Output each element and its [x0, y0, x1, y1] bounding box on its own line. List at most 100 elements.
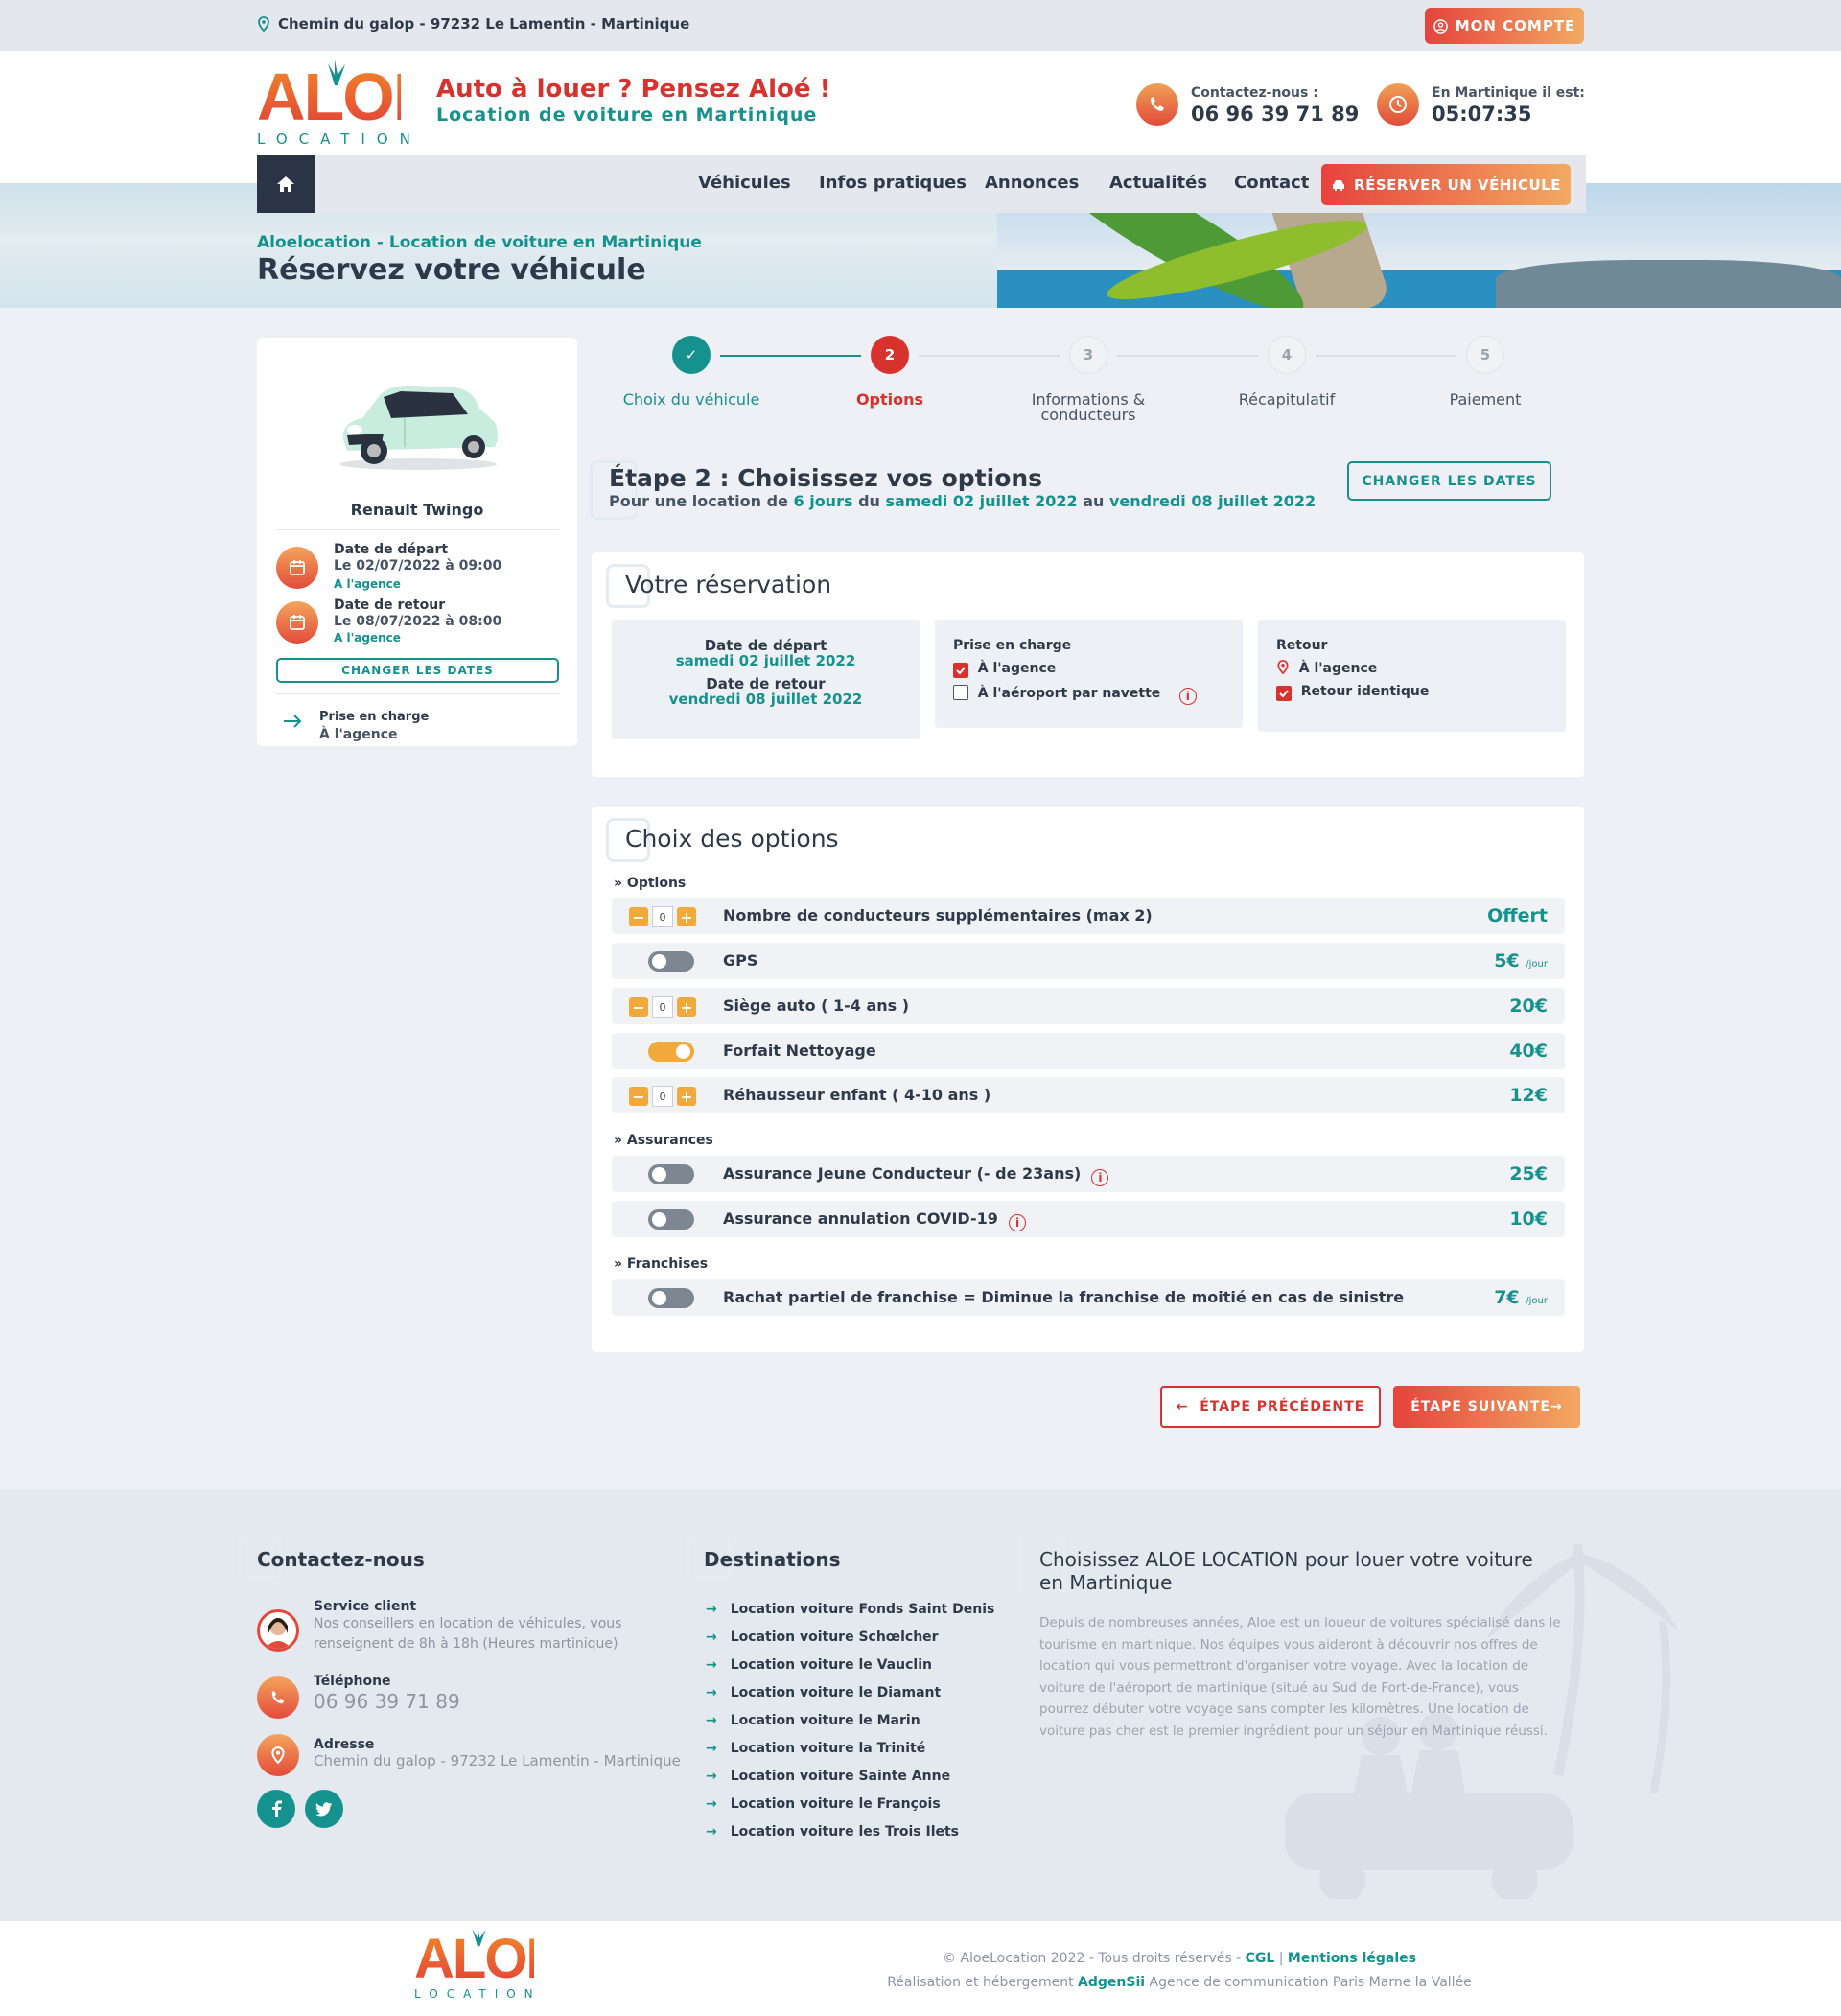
franchise-toggle[interactable] — [648, 1288, 694, 1308]
footer-logo[interactable]: ALOE LOCATION — [414, 1926, 563, 2003]
destination-link[interactable]: → Location voiture le François — [706, 1791, 994, 1818]
info-icon[interactable]: i — [1178, 688, 1197, 705]
return-title: Retour — [1276, 638, 1328, 653]
reserve-label: RÉSERVER UN VÉHICULE — [1354, 176, 1561, 194]
step-1-circle[interactable]: ✓ — [672, 336, 711, 374]
destination-link[interactable]: → Location voiture Sainte Anne — [706, 1763, 994, 1791]
home-button[interactable] — [257, 155, 315, 213]
copyright: © AloeLocation 2022 - Tous droits réserv… — [887, 1951, 1472, 1990]
nav-actualites[interactable]: Actualités — [1109, 173, 1207, 193]
my-account-button[interactable]: MON COMPTE — [1425, 8, 1584, 44]
logo-subtitle: LOCATION — [257, 130, 422, 148]
my-account-label: MON COMPTE — [1455, 17, 1576, 35]
next-step-button[interactable]: ÉTAPE SUIVANTE → — [1393, 1386, 1580, 1428]
page-title: Réservez votre véhicule — [257, 253, 646, 287]
site-logo[interactable]: ALOE LOCATION — [257, 59, 437, 148]
clock-icon — [1377, 83, 1419, 126]
time-value: 05:07:35 — [1432, 103, 1532, 126]
option-price: 12€ — [1509, 1085, 1548, 1106]
nav-contact[interactable]: Contact — [1234, 173, 1309, 193]
checkbox-unchecked-icon[interactable] — [953, 685, 968, 700]
destination-link[interactable]: → Location voiture le Marin — [706, 1707, 994, 1735]
step-connector — [1117, 355, 1258, 357]
plus-button[interactable]: + — [677, 997, 696, 1017]
phone-value[interactable]: 06 96 39 71 89 — [314, 1690, 460, 1713]
minus-button[interactable]: − — [629, 1087, 648, 1106]
pickup-agency-option[interactable]: À l'agence — [953, 661, 1056, 678]
cgl-link[interactable]: CGL — [1246, 1951, 1275, 1966]
sidebar-change-dates-button[interactable]: CHANGER LES DATES — [276, 658, 559, 683]
info-icon[interactable]: i — [1091, 1169, 1109, 1186]
step-connector — [919, 355, 1060, 357]
plus-button[interactable]: + — [677, 907, 696, 926]
user-circle-icon — [1433, 18, 1448, 34]
calendar-icon — [276, 601, 318, 644]
minus-button[interactable]: − — [629, 907, 648, 926]
twitter-icon[interactable] — [305, 1790, 343, 1828]
checkbox-checked-icon[interactable] — [1276, 686, 1292, 701]
young-driver-toggle[interactable] — [648, 1164, 694, 1184]
checkbox-checked-icon[interactable] — [953, 663, 968, 678]
address-label: Adresse — [314, 1737, 375, 1752]
mentions-link[interactable]: Mentions légales — [1288, 1951, 1416, 1966]
group-assurances-heading: » Assurances — [614, 1133, 713, 1148]
pickup-title: Prise en charge — [953, 638, 1072, 653]
option-label: Assurance Jeune Conducteur (- de 23ans) — [723, 1164, 1082, 1183]
nav-annonces[interactable]: Annonces — [985, 173, 1079, 193]
pickup-label: Prise en charge — [319, 710, 430, 724]
plus-button[interactable]: + — [677, 1087, 696, 1106]
aloe-leaf-icon — [472, 1926, 486, 1947]
option-row-young-driver: Assurance Jeune Conducteur (- de 23ans) … — [612, 1156, 1565, 1192]
step-5-circle: 5 — [1466, 336, 1504, 374]
res-depart-value: samedi 02 juillet 2022 — [675, 652, 856, 669]
facebook-icon[interactable] — [257, 1790, 295, 1828]
option-price: 25€ — [1509, 1163, 1548, 1184]
gps-toggle[interactable] — [648, 951, 694, 972]
covid-toggle[interactable] — [648, 1209, 694, 1230]
arrow-right-icon — [284, 715, 302, 728]
top-address: Chemin du galop - 97232 Le Lamentin - Ma… — [257, 15, 689, 33]
info-icon[interactable]: i — [1009, 1214, 1027, 1231]
destination-link[interactable]: → Location voiture Fonds Saint Denis — [706, 1596, 994, 1624]
location-pin-icon — [1277, 660, 1289, 675]
cleaning-toggle[interactable] — [648, 1042, 694, 1062]
service-label: Service client — [314, 1599, 417, 1614]
quantity-value[interactable]: 0 — [652, 996, 673, 1018]
return-place: À l'agence — [1276, 660, 1377, 676]
step-connector — [720, 355, 861, 357]
time-label: En Martinique il est: — [1432, 85, 1585, 101]
option-row-covid: Assurance annulation COVID-19 i 10€ — [612, 1201, 1565, 1237]
change-dates-button[interactable]: CHANGER LES DATES — [1347, 461, 1551, 501]
nav-vehicules[interactable]: Véhicules — [698, 173, 791, 193]
previous-step-button[interactable]: ← ÉTAPE PRÉCÉDENTE — [1160, 1386, 1381, 1428]
minus-button[interactable]: − — [629, 997, 648, 1017]
step-5-label: Paiement — [1449, 390, 1522, 409]
step-1-label[interactable]: Choix du véhicule — [595, 392, 787, 408]
destination-link[interactable]: → Location voiture les Trois Ilets — [706, 1818, 994, 1846]
step-4-circle: 4 — [1268, 336, 1306, 374]
quantity-value[interactable]: 0 — [652, 906, 673, 927]
step-3-circle: 3 — [1069, 336, 1107, 374]
destination-link[interactable]: → Location voiture Schœlcher — [706, 1624, 994, 1652]
option-price: 20€ — [1509, 996, 1548, 1017]
agency-link[interactable]: AdgenSii — [1078, 1975, 1145, 1990]
destination-link[interactable]: → Location voiture la Trinité — [706, 1735, 994, 1763]
phone-icon — [257, 1676, 299, 1719]
destination-link[interactable]: → Location voiture le Vauclin — [706, 1652, 994, 1679]
calendar-icon — [276, 547, 318, 589]
return-same-option[interactable]: Retour identique — [1276, 684, 1429, 701]
option-label: Forfait Nettoyage — [723, 1042, 876, 1060]
car-name: Renault Twingo — [350, 501, 484, 519]
address-text: Chemin du galop - 97232 Le Lamentin - Ma… — [278, 15, 690, 33]
service-text: renseignent de 8h à 18h (Heures martiniq… — [314, 1636, 618, 1652]
destination-link[interactable]: → Location voiture le Diamant — [706, 1679, 994, 1707]
reserve-vehicle-button[interactable]: RÉSERVER UN VÉHICULE — [1321, 164, 1571, 205]
quantity-value[interactable]: 0 — [652, 1086, 673, 1107]
step-2-circle: 2 — [871, 336, 909, 374]
service-text: Nos conseillers en location de véhicules… — [314, 1616, 622, 1631]
nav-infos-pratiques[interactable]: Infos pratiques — [819, 173, 967, 193]
step-4-label: Récapitulatif — [1238, 390, 1336, 409]
contact-phone[interactable]: 06 96 39 71 89 — [1191, 103, 1359, 126]
return-value: Le 08/07/2022 à 08:00 — [334, 614, 502, 629]
pickup-airport-option[interactable]: À l'aéroport par navette i — [953, 685, 1197, 705]
